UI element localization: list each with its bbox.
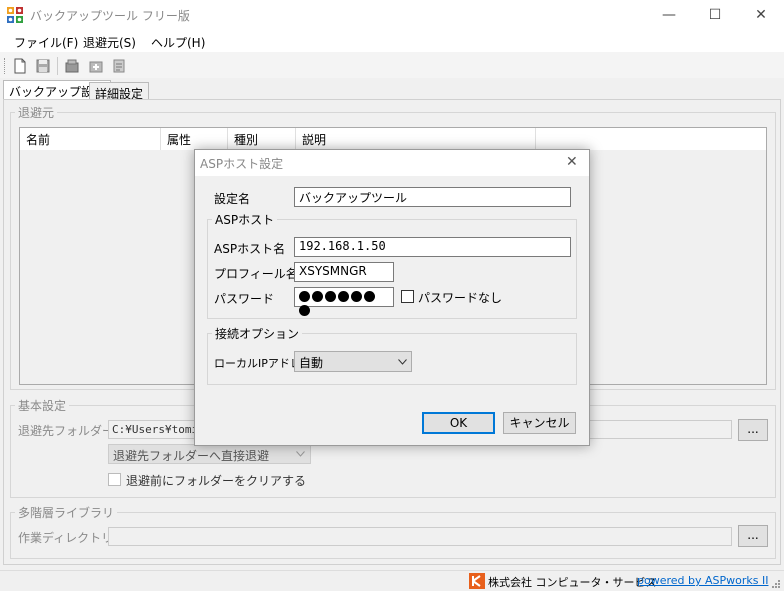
local-ip-value: 自動: [299, 356, 324, 370]
workdir-browse-button[interactable]: ...: [738, 525, 768, 547]
menu-help[interactable]: ヘルプ(H): [151, 34, 205, 51]
password-input[interactable]: [294, 287, 394, 316]
dialog-title: ASPホスト設定: [200, 157, 284, 171]
profile-name-label: プロフィール名: [214, 267, 298, 281]
cancel-button[interactable]: キャンセル: [503, 412, 576, 434]
app-icon: [7, 7, 23, 23]
edit-item-icon[interactable]: [111, 58, 127, 74]
minimize-button[interactable]: —: [646, 0, 692, 30]
close-button[interactable]: ✕: [738, 0, 784, 30]
clear-folder-checkbox[interactable]: [108, 473, 121, 486]
no-password-label: パスワードなし: [418, 291, 503, 305]
workdir-label: 作業ディレクトリ: [18, 531, 114, 545]
add-source-icon[interactable]: [64, 58, 80, 74]
toolbar-grip: [4, 58, 6, 74]
workdir-input[interactable]: [108, 527, 732, 546]
toolbar-separator: [57, 57, 58, 75]
window-title: バックアップツール フリー版: [30, 9, 190, 23]
tab-detail-settings[interactable]: 詳細設定: [89, 82, 150, 101]
connection-options-legend: 接続オプション: [215, 327, 300, 341]
password-label: パスワード: [214, 292, 275, 306]
chevron-down-icon: [398, 359, 407, 365]
column-type[interactable]: 種別: [228, 128, 296, 150]
clear-folder-label: 退避前にフォルダーをクリアする: [126, 474, 307, 488]
asp-host-legend: ASPホスト: [215, 213, 275, 227]
setting-name-label: 設定名: [214, 192, 251, 206]
menu-file[interactable]: ファイル(F): [14, 34, 78, 51]
basic-settings-legend: 基本設定: [18, 399, 67, 413]
setting-name-input[interactable]: バックアップツール: [294, 187, 571, 207]
column-description[interactable]: 説明: [296, 128, 536, 150]
host-name-label: ASPホスト名: [214, 242, 286, 256]
dest-browse-button[interactable]: ...: [738, 419, 768, 441]
dialog-close-button[interactable]: ✕: [566, 154, 578, 170]
local-ip-select[interactable]: 自動: [294, 351, 412, 372]
menu-source[interactable]: 退避元(S): [83, 34, 136, 51]
ok-button[interactable]: OK: [422, 412, 495, 434]
maximize-button[interactable]: ☐: [692, 0, 738, 30]
dest-folder-label: 退避先フォルダー: [18, 424, 115, 438]
column-attribute[interactable]: 属性: [161, 128, 228, 150]
add-item-icon[interactable]: [88, 58, 104, 74]
source-group-legend: 退避元: [18, 106, 55, 120]
resize-grip-icon[interactable]: [770, 578, 781, 589]
powered-by-link[interactable]: powered by ASPworks II: [637, 574, 768, 587]
new-file-icon[interactable]: [12, 58, 28, 74]
dest-mode-value: 退避先フォルダーへ直接退避: [113, 449, 270, 463]
host-name-input[interactable]: 192.168.1.50: [294, 237, 571, 257]
save-icon[interactable]: [35, 58, 51, 74]
company-logo-icon: [469, 573, 485, 589]
dest-mode-select[interactable]: 退避先フォルダーへ直接退避: [108, 444, 311, 464]
chevron-down-icon: [296, 451, 305, 457]
column-name[interactable]: 名前: [20, 128, 161, 150]
no-password-checkbox[interactable]: [401, 290, 414, 303]
library-legend: 多階層ライブラリ: [18, 506, 115, 520]
profile-name-input[interactable]: XSYSMNGR: [294, 262, 394, 282]
company-name: 株式会社 コンピュータ・サービス: [488, 576, 657, 589]
